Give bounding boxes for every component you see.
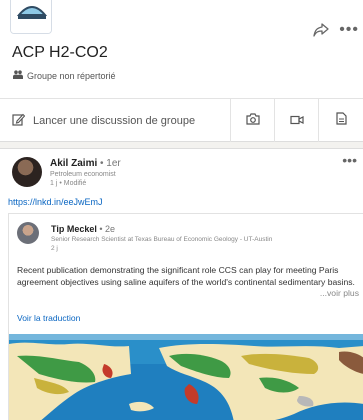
document-icon xyxy=(335,111,347,130)
add-document-button[interactable] xyxy=(319,99,363,142)
visibility-label: Groupe non répertorié xyxy=(27,70,116,81)
post-link[interactable]: https://lnkd.in/eeJwEmJ xyxy=(8,197,103,207)
group-header-card: ••• ACP H2-CO2 Groupe non répertorié Lan… xyxy=(0,0,363,142)
start-discussion-label: Lancer une discussion de groupe xyxy=(33,114,196,127)
start-discussion-button[interactable]: Lancer une discussion de groupe xyxy=(0,99,231,142)
author-name[interactable]: Akil Zaimi • 1er xyxy=(50,158,121,169)
feed-post: Akil Zaimi • 1er Petroleum economist 1 j… xyxy=(0,148,363,420)
author-avatar[interactable] xyxy=(12,157,42,187)
post-timestamp: 1 j • Modifié xyxy=(50,180,87,187)
shared-author-name-text[interactable]: Tip Meckel xyxy=(51,224,97,234)
group-logo[interactable] xyxy=(10,0,52,34)
group-action-bar: Lancer une discussion de groupe xyxy=(0,98,363,142)
see-more-link[interactable]: ...voir plus xyxy=(317,288,359,298)
post-more-dots-icon[interactable]: ••• xyxy=(342,153,357,167)
shared-post-timestamp: 2 j xyxy=(51,245,58,252)
translate-link[interactable]: Voir la traduction xyxy=(17,313,80,323)
add-video-button[interactable] xyxy=(275,99,319,142)
shared-author-avatar[interactable] xyxy=(17,222,39,244)
add-photo-button[interactable] xyxy=(231,99,275,142)
shared-post-text: Recent publication demonstrating the sig… xyxy=(17,265,355,287)
shared-author-degree: • 2e xyxy=(99,224,116,234)
shared-author-headline: Senior Research Scientist at Texas Burea… xyxy=(51,236,273,243)
world-basins-map-image[interactable] xyxy=(9,334,363,420)
more-dots-icon[interactable]: ••• xyxy=(339,22,359,38)
share-arrow-icon[interactable] xyxy=(313,23,329,37)
people-icon xyxy=(13,70,23,81)
camera-icon xyxy=(245,112,260,130)
group-title: ACP H2-CO2 xyxy=(12,44,108,61)
shared-post[interactable]: Tip Meckel • 2e Senior Research Scientis… xyxy=(8,213,363,420)
author-name-text[interactable]: Akil Zaimi xyxy=(50,158,97,169)
group-visibility: Groupe non répertorié xyxy=(13,70,116,81)
author-degree: • 1er xyxy=(100,158,121,169)
author-headline: Petroleum economist xyxy=(50,171,116,178)
shared-author-name[interactable]: Tip Meckel • 2e xyxy=(51,224,115,234)
video-icon xyxy=(289,112,304,130)
group-top-actions: ••• xyxy=(313,22,359,38)
edit-icon xyxy=(12,113,26,129)
